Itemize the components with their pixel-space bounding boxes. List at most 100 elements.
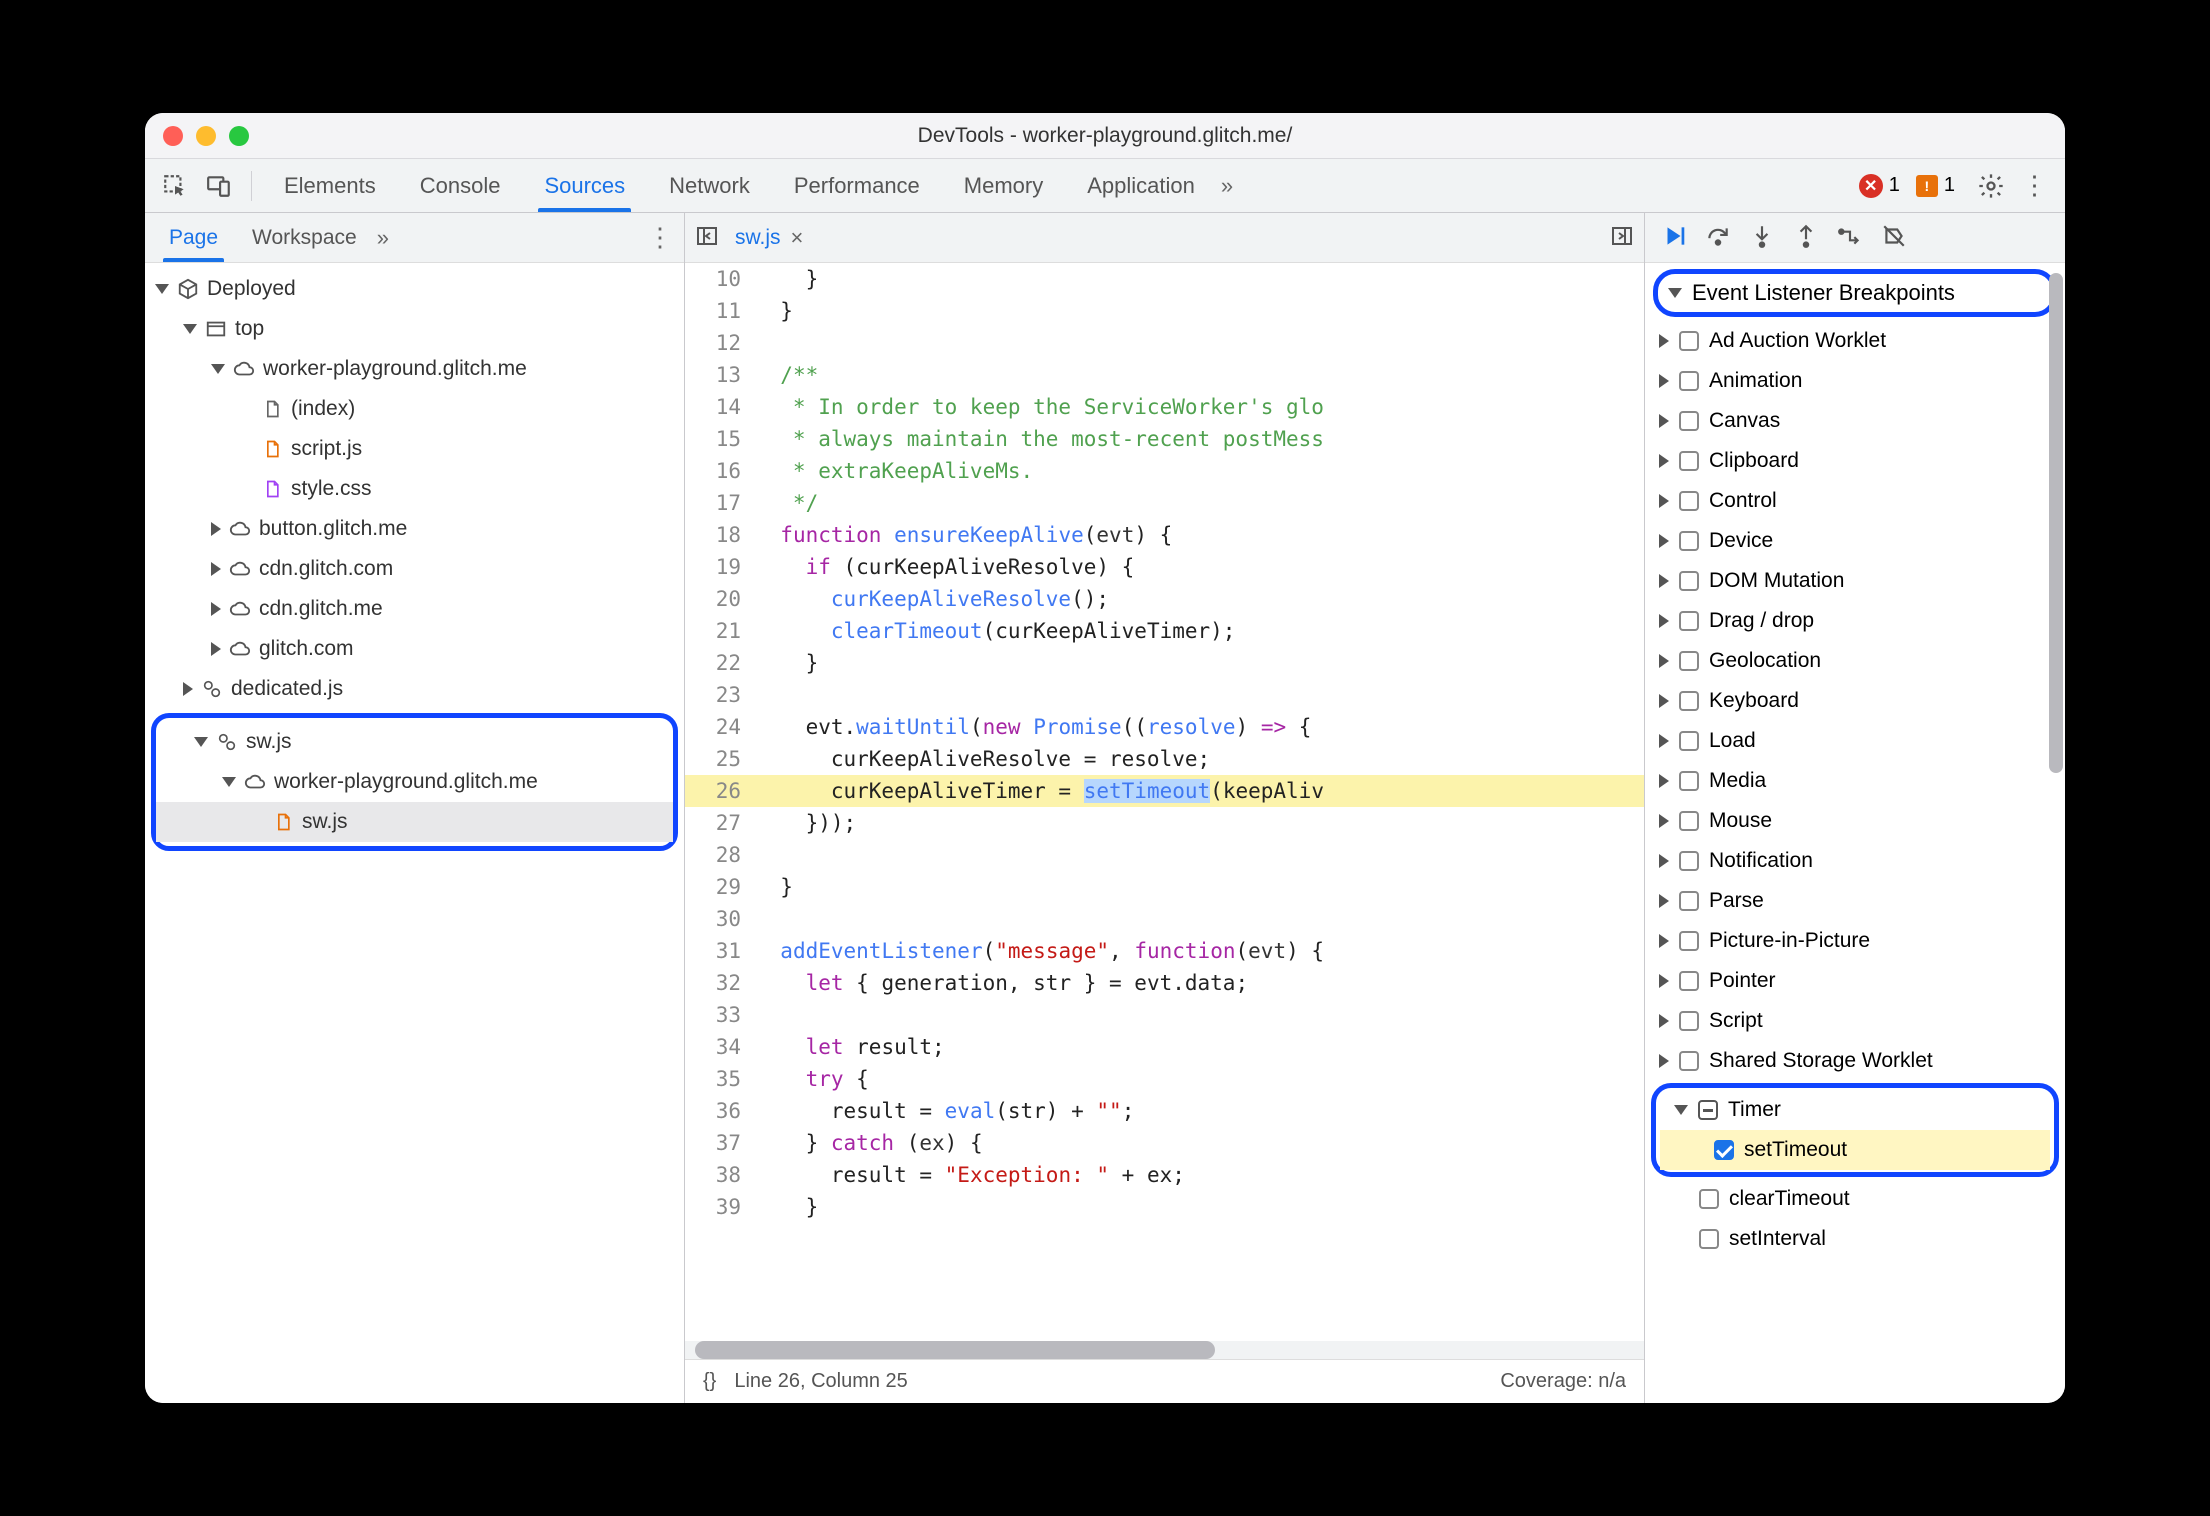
checkbox-mixed[interactable] xyxy=(1698,1100,1718,1120)
tree-file-stylecss[interactable]: style.css xyxy=(145,469,684,509)
checkbox[interactable] xyxy=(1679,851,1699,871)
event-category[interactable]: Load xyxy=(1645,721,2065,761)
code-line[interactable]: 24 evt.waitUntil(new Promise((resolve) =… xyxy=(685,711,1644,743)
event-category[interactable]: DOM Mutation xyxy=(1645,561,2065,601)
checkbox[interactable] xyxy=(1679,451,1699,471)
scrollbar-thumb[interactable] xyxy=(2049,273,2063,773)
horizontal-scrollbar[interactable] xyxy=(685,1341,1644,1359)
code-line[interactable]: 11 } xyxy=(685,295,1644,327)
coverage-status[interactable]: Coverage: n/a xyxy=(1500,1370,1626,1393)
event-category[interactable]: Animation xyxy=(1645,361,2065,401)
code-line[interactable]: 19 if (curKeepAliveResolve) { xyxy=(685,551,1644,583)
checkbox[interactable] xyxy=(1679,571,1699,591)
line-number[interactable]: 32 xyxy=(685,967,755,999)
checkbox[interactable] xyxy=(1679,691,1699,711)
step-over-icon[interactable] xyxy=(1705,223,1731,252)
navigator-menu-icon[interactable]: ⋮ xyxy=(647,222,674,253)
tree-sw-root[interactable]: sw.js xyxy=(156,722,673,762)
line-number[interactable]: 29 xyxy=(685,871,755,903)
line-number[interactable]: 14 xyxy=(685,391,755,423)
editor-tab-swjs[interactable]: sw.js × xyxy=(735,225,803,251)
event-category[interactable]: Media xyxy=(1645,761,2065,801)
tree-top[interactable]: top xyxy=(145,309,684,349)
line-number[interactable]: 38 xyxy=(685,1159,755,1191)
code-line[interactable]: 33 xyxy=(685,999,1644,1031)
code-line[interactable]: 30 xyxy=(685,903,1644,935)
tab-sources[interactable]: Sources xyxy=(526,159,643,212)
event-category[interactable]: Canvas xyxy=(1645,401,2065,441)
line-number[interactable]: 36 xyxy=(685,1095,755,1127)
line-number[interactable]: 34 xyxy=(685,1031,755,1063)
line-number[interactable]: 18 xyxy=(685,519,755,551)
code-line[interactable]: 23 xyxy=(685,679,1644,711)
checkbox[interactable] xyxy=(1699,1189,1719,1209)
checkbox[interactable] xyxy=(1679,491,1699,511)
step-icon[interactable] xyxy=(1837,223,1863,252)
tree-origin-cdn2[interactable]: cdn.glitch.me xyxy=(145,589,684,629)
line-number[interactable]: 10 xyxy=(685,263,755,295)
deactivate-breakpoints-icon[interactable] xyxy=(1881,223,1907,252)
line-number[interactable]: 24 xyxy=(685,711,755,743)
minimize-icon[interactable] xyxy=(196,126,216,146)
close-tab-icon[interactable]: × xyxy=(791,225,804,251)
line-number[interactable]: 22 xyxy=(685,647,755,679)
event-child-settimeout[interactable]: setTimeout xyxy=(1660,1130,2050,1170)
event-category[interactable]: Keyboard xyxy=(1645,681,2065,721)
line-number[interactable]: 21 xyxy=(685,615,755,647)
close-icon[interactable] xyxy=(163,126,183,146)
line-number[interactable]: 11 xyxy=(685,295,755,327)
code-line[interactable]: 12 xyxy=(685,327,1644,359)
line-number[interactable]: 17 xyxy=(685,487,755,519)
code-line[interactable]: 31 addEventListener("message", function(… xyxy=(685,935,1644,967)
source-editor[interactable]: 10 }11 }1213 /**14 * In order to keep th… xyxy=(685,263,1644,1341)
code-line[interactable]: 28 xyxy=(685,839,1644,871)
code-line[interactable]: 27 })); xyxy=(685,807,1644,839)
code-line[interactable]: 14 * In order to keep the ServiceWorker'… xyxy=(685,391,1644,423)
event-category[interactable]: Drag / drop xyxy=(1645,601,2065,641)
code-line[interactable]: 22 } xyxy=(685,647,1644,679)
tree-sw-file[interactable]: sw.js xyxy=(156,802,673,842)
line-number[interactable]: 35 xyxy=(685,1063,755,1095)
navtab-workspace[interactable]: Workspace xyxy=(238,213,371,262)
checkbox[interactable] xyxy=(1679,611,1699,631)
tab-performance[interactable]: Performance xyxy=(776,159,938,212)
code-line[interactable]: 39 } xyxy=(685,1191,1644,1223)
code-line[interactable]: 15 * always maintain the most-recent pos… xyxy=(685,423,1644,455)
line-number[interactable]: 13 xyxy=(685,359,755,391)
tree-file-index[interactable]: (index) xyxy=(145,389,684,429)
event-category[interactable]: Shared Storage Worklet xyxy=(1645,1041,2065,1081)
tab-elements[interactable]: Elements xyxy=(266,159,394,212)
checkbox[interactable] xyxy=(1679,411,1699,431)
code-line[interactable]: 38 result = "Exception: " + ex; xyxy=(685,1159,1644,1191)
code-line[interactable]: 37 } catch (ex) { xyxy=(685,1127,1644,1159)
kebab-menu-icon[interactable]: ⋮ xyxy=(2017,168,2053,204)
checkbox[interactable] xyxy=(1699,1229,1719,1249)
tab-network[interactable]: Network xyxy=(651,159,768,212)
event-category[interactable]: Device xyxy=(1645,521,2065,561)
code-line[interactable]: 34 let result; xyxy=(685,1031,1644,1063)
tree-origin-glitch[interactable]: glitch.com xyxy=(145,629,684,669)
code-line[interactable]: 17 */ xyxy=(685,487,1644,519)
checkbox[interactable] xyxy=(1679,1051,1699,1071)
checkbox[interactable] xyxy=(1679,651,1699,671)
checkbox[interactable] xyxy=(1679,931,1699,951)
event-category[interactable]: Picture-in-Picture xyxy=(1645,921,2065,961)
code-line[interactable]: 16 * extraKeepAliveMs. xyxy=(685,455,1644,487)
checkbox-checked[interactable] xyxy=(1714,1140,1734,1160)
event-child[interactable]: clearTimeout xyxy=(1645,1179,2065,1219)
step-into-icon[interactable] xyxy=(1749,223,1775,252)
code-line[interactable]: 21 clearTimeout(curKeepAliveTimer); xyxy=(685,615,1644,647)
tree-sw-origin[interactable]: worker-playground.glitch.me xyxy=(156,762,673,802)
warning-count[interactable]: ! 1 xyxy=(1916,174,1955,197)
line-number[interactable]: 19 xyxy=(685,551,755,583)
code-line[interactable]: 26 curKeepAliveTimer = setTimeout(keepAl… xyxy=(685,775,1644,807)
navtab-page[interactable]: Page xyxy=(155,213,232,262)
code-line[interactable]: 18 function ensureKeepAlive(evt) { xyxy=(685,519,1644,551)
vertical-scrollbar[interactable] xyxy=(2049,273,2063,1395)
line-number[interactable]: 26 xyxy=(685,775,755,807)
code-line[interactable]: 20 curKeepAliveResolve(); xyxy=(685,583,1644,615)
line-number[interactable]: 12 xyxy=(685,327,755,359)
checkbox[interactable] xyxy=(1679,331,1699,351)
error-count[interactable]: ✕ 1 xyxy=(1859,174,1900,198)
line-number[interactable]: 33 xyxy=(685,999,755,1031)
